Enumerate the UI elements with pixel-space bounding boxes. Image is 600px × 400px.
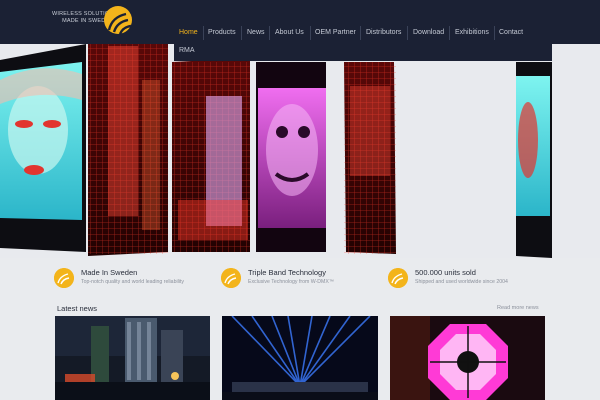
nav-exhibitions[interactable]: Exhibitions — [455, 28, 489, 38]
wireless-logo-icon — [221, 268, 241, 288]
nav-home[interactable]: Home — [179, 28, 198, 38]
news-image-light-show — [222, 316, 378, 400]
read-more-news-link[interactable]: Read more news — [497, 305, 539, 311]
nav-distributors[interactable]: Distributors — [366, 28, 401, 38]
wireless-logo-icon — [54, 268, 74, 288]
page: WIRELESS SOLUTION MADE IN SWEDEN Home Pr… — [0, 0, 600, 400]
nav-divider — [407, 26, 408, 40]
feature-made-in-sweden: Made In Sweden Top-notch quality and wor… — [54, 266, 214, 290]
feature-title: 500.000 units sold — [415, 268, 476, 277]
nav-divider — [241, 26, 242, 40]
nav-products[interactable]: Products — [208, 28, 236, 38]
news-thumbnail[interactable] — [55, 316, 210, 400]
nav-divider — [494, 26, 495, 40]
led-panel-2 — [88, 42, 168, 256]
feature-subtitle: Top-notch quality and world leading reli… — [81, 279, 184, 285]
news-image-city-night — [55, 316, 210, 400]
wireless-logo-icon — [388, 268, 408, 288]
led-panel-3 — [172, 58, 250, 252]
nav-rma[interactable]: RMA — [179, 46, 195, 56]
feature-triple-band: Triple Band Technology Exclusive Technol… — [221, 266, 381, 290]
feature-title: Made In Sweden — [81, 268, 138, 277]
news-thumbnail[interactable] — [390, 316, 545, 400]
latest-news-heading: Latest news — [57, 304, 98, 313]
main-nav: Home Products News About Us OEM Partner … — [174, 24, 552, 61]
nav-about-us[interactable]: About Us — [275, 28, 304, 38]
nav-download[interactable]: Download — [413, 28, 444, 38]
feature-title: Triple Band Technology — [248, 268, 326, 277]
nav-contact[interactable]: Contact — [499, 28, 523, 38]
nav-news[interactable]: News — [247, 28, 265, 38]
nav-divider — [203, 26, 204, 40]
nav-oem-partner[interactable]: OEM Partner — [315, 28, 356, 38]
nav-divider — [310, 26, 311, 40]
nav-divider — [269, 26, 270, 40]
nav-divider — [360, 26, 361, 40]
led-panel-4 — [256, 62, 326, 252]
led-panel-5 — [344, 62, 396, 254]
nav-divider — [449, 26, 450, 40]
feature-subtitle: Exclusive Technology from W-DMX™ — [248, 279, 335, 285]
feature-units-sold: 500.000 units sold Shipped and used worl… — [388, 266, 548, 290]
feature-subtitle: Shipped and used worldwide since 2004 — [415, 279, 508, 285]
news-image-octagon — [390, 316, 545, 400]
news-thumbnail[interactable] — [222, 316, 378, 400]
signal-arc-logo-icon[interactable] — [104, 4, 142, 36]
led-panel-1 — [0, 44, 86, 252]
led-panel-6 — [516, 62, 552, 258]
